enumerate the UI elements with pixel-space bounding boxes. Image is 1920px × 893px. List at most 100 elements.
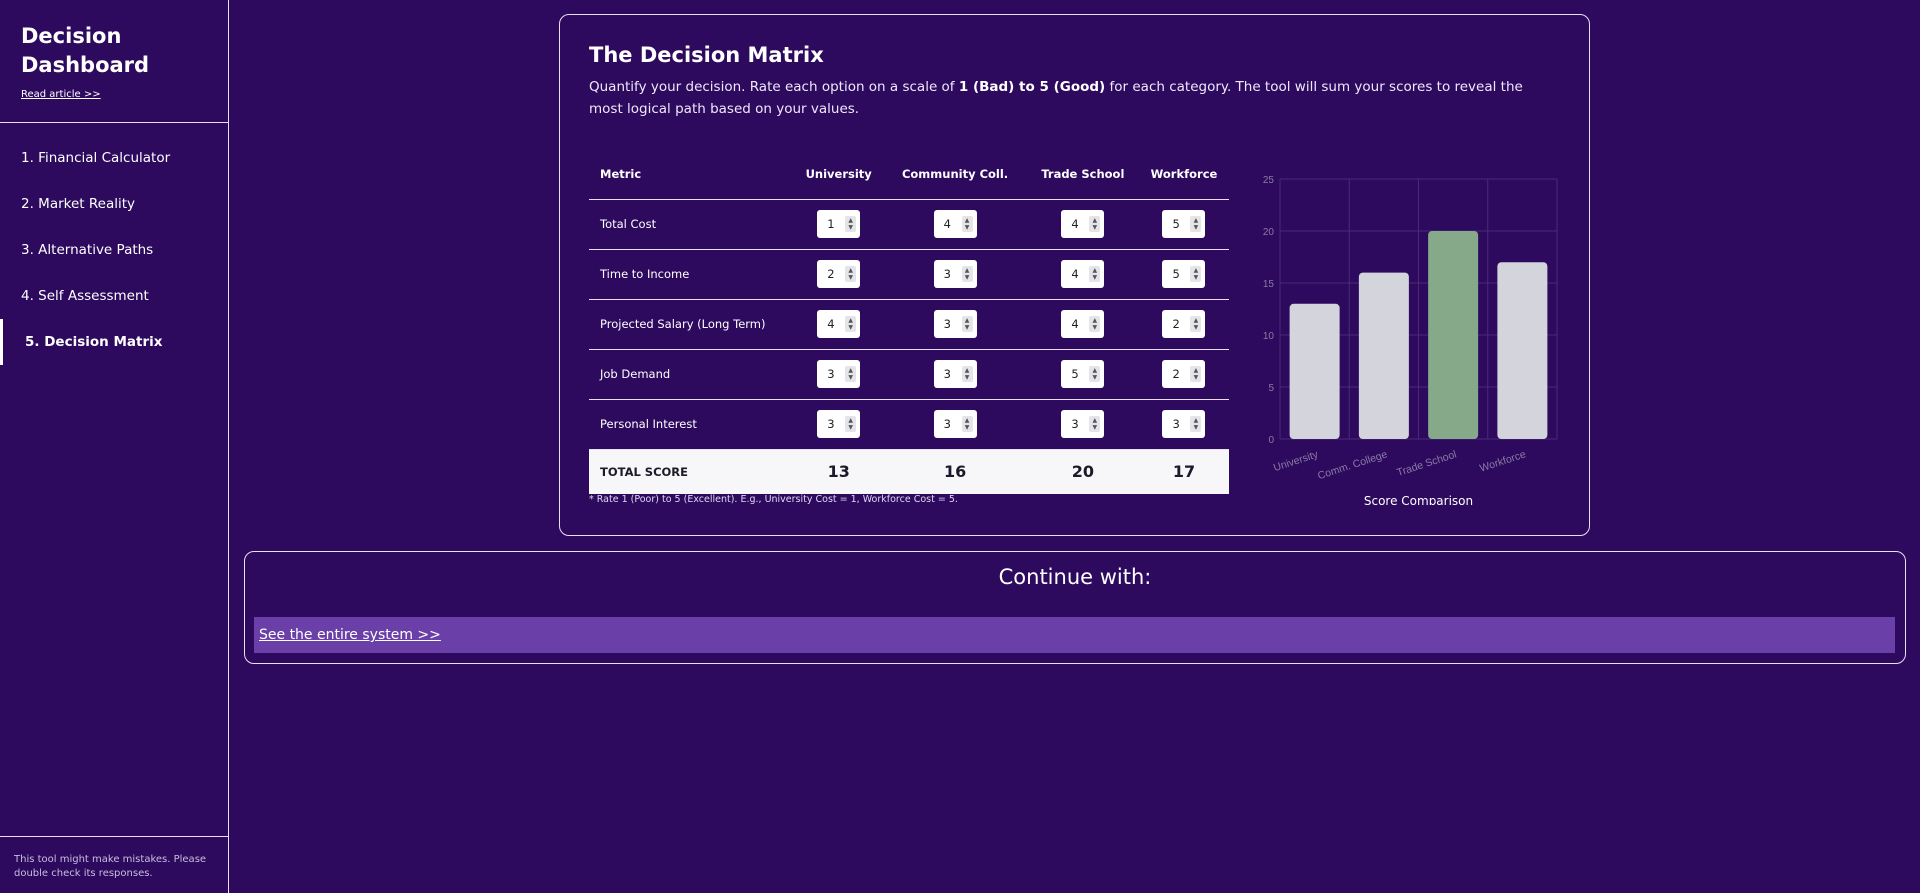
score-input-university[interactable]: 2 ▲ ▼ bbox=[817, 260, 861, 288]
page-title: The Decision Matrix bbox=[589, 43, 824, 67]
stepper-icon[interactable]: ▲ ▼ bbox=[845, 266, 857, 282]
chevron-down-icon[interactable]: ▼ bbox=[848, 424, 853, 431]
y-tick-label: 20 bbox=[1263, 227, 1275, 238]
sidebar-item-market-reality[interactable]: 2. Market Reality bbox=[0, 181, 228, 227]
chevron-down-icon[interactable]: ▼ bbox=[965, 374, 970, 381]
sidebar-item-decision-matrix[interactable]: 5. Decision Matrix bbox=[0, 319, 228, 365]
stepper-icon[interactable]: ▲ ▼ bbox=[1190, 216, 1202, 232]
chevron-up-icon[interactable]: ▲ bbox=[965, 217, 970, 224]
chevron-up-icon[interactable]: ▲ bbox=[848, 267, 853, 274]
score-input-trade-school[interactable]: 4 ▲ ▼ bbox=[1061, 310, 1105, 338]
chevron-up-icon[interactable]: ▲ bbox=[965, 267, 970, 274]
chevron-down-icon[interactable]: ▼ bbox=[1194, 224, 1199, 231]
see-entire-system-link[interactable]: See the entire system >> bbox=[259, 627, 441, 643]
score-input-trade-school[interactable]: 4 ▲ ▼ bbox=[1061, 210, 1105, 238]
sidebar-item-self-assessment[interactable]: 4. Self Assessment bbox=[0, 273, 228, 319]
stepper-icon[interactable]: ▲ ▼ bbox=[1190, 366, 1202, 382]
score-input-workforce[interactable]: 2 ▲ ▼ bbox=[1162, 310, 1206, 338]
stepper-icon[interactable]: ▲ ▼ bbox=[961, 416, 973, 432]
chevron-up-icon[interactable]: ▲ bbox=[848, 417, 853, 424]
stepper-icon[interactable]: ▲ ▼ bbox=[961, 266, 973, 282]
chevron-down-icon[interactable]: ▼ bbox=[1194, 274, 1199, 281]
stepper-icon[interactable]: ▲ ▼ bbox=[845, 416, 857, 432]
chevron-up-icon[interactable]: ▲ bbox=[1093, 217, 1098, 224]
chevron-down-icon[interactable]: ▼ bbox=[1194, 324, 1199, 331]
score-input-trade-school[interactable]: 3 ▲ ▼ bbox=[1061, 410, 1105, 438]
chevron-down-icon[interactable]: ▼ bbox=[965, 224, 970, 231]
chevron-up-icon[interactable]: ▲ bbox=[1194, 217, 1199, 224]
y-tick-label: 5 bbox=[1268, 383, 1274, 394]
score-value: 3 bbox=[943, 317, 951, 331]
chevron-down-icon[interactable]: ▼ bbox=[848, 274, 853, 281]
chevron-down-icon[interactable]: ▼ bbox=[848, 224, 853, 231]
chevron-down-icon[interactable]: ▼ bbox=[1093, 224, 1098, 231]
chevron-up-icon[interactable]: ▲ bbox=[1194, 317, 1199, 324]
score-input-community-college[interactable]: 3 ▲ ▼ bbox=[933, 410, 977, 438]
chevron-down-icon[interactable]: ▼ bbox=[1194, 424, 1199, 431]
stepper-icon[interactable]: ▲ ▼ bbox=[1089, 316, 1101, 332]
chevron-up-icon[interactable]: ▲ bbox=[848, 367, 853, 374]
stepper-icon[interactable]: ▲ ▼ bbox=[1089, 266, 1101, 282]
chevron-up-icon[interactable]: ▲ bbox=[1194, 367, 1199, 374]
chevron-down-icon[interactable]: ▼ bbox=[1093, 324, 1098, 331]
score-input-community-college[interactable]: 3 ▲ ▼ bbox=[933, 260, 977, 288]
score-input-community-college[interactable]: 4 ▲ ▼ bbox=[933, 210, 977, 238]
score-cell: 5 ▲ ▼ bbox=[1026, 349, 1139, 400]
chevron-down-icon[interactable]: ▼ bbox=[1093, 424, 1098, 431]
chevron-up-icon[interactable]: ▲ bbox=[965, 317, 970, 324]
stepper-icon[interactable]: ▲ ▼ bbox=[961, 316, 973, 332]
score-input-trade-school[interactable]: 4 ▲ ▼ bbox=[1061, 260, 1105, 288]
stepper-icon[interactable]: ▲ ▼ bbox=[1190, 316, 1202, 332]
chevron-up-icon[interactable]: ▲ bbox=[965, 367, 970, 374]
stepper-icon[interactable]: ▲ ▼ bbox=[1089, 416, 1101, 432]
y-tick-label: 25 bbox=[1263, 175, 1275, 186]
score-input-workforce[interactable]: 5 ▲ ▼ bbox=[1162, 210, 1206, 238]
chevron-down-icon[interactable]: ▼ bbox=[965, 424, 970, 431]
stepper-icon[interactable]: ▲ ▼ bbox=[961, 216, 973, 232]
score-cell: 3 ▲ ▼ bbox=[1138, 399, 1229, 450]
chevron-up-icon[interactable]: ▲ bbox=[848, 317, 853, 324]
score-input-trade-school[interactable]: 5 ▲ ▼ bbox=[1061, 360, 1105, 388]
score-value: 1 bbox=[827, 217, 835, 231]
stepper-icon[interactable]: ▲ ▼ bbox=[1190, 266, 1202, 282]
score-input-university[interactable]: 3 ▲ ▼ bbox=[817, 410, 861, 438]
chevron-down-icon[interactable]: ▼ bbox=[1093, 374, 1098, 381]
score-cell: 3 ▲ ▼ bbox=[1026, 399, 1139, 450]
stepper-icon[interactable]: ▲ ▼ bbox=[1089, 366, 1101, 382]
chevron-up-icon[interactable]: ▲ bbox=[1093, 367, 1098, 374]
score-cell: 3 ▲ ▼ bbox=[883, 399, 1027, 450]
chevron-up-icon[interactable]: ▲ bbox=[848, 217, 853, 224]
stepper-icon[interactable]: ▲ ▼ bbox=[845, 216, 857, 232]
score-input-workforce[interactable]: 5 ▲ ▼ bbox=[1162, 260, 1206, 288]
chevron-down-icon[interactable]: ▼ bbox=[965, 324, 970, 331]
chevron-up-icon[interactable]: ▲ bbox=[1194, 267, 1199, 274]
chevron-down-icon[interactable]: ▼ bbox=[1194, 374, 1199, 381]
score-input-workforce[interactable]: 2 ▲ ▼ bbox=[1162, 360, 1206, 388]
see-entire-system-button[interactable]: See the entire system >> bbox=[254, 617, 1895, 653]
score-input-community-college[interactable]: 3 ▲ ▼ bbox=[933, 310, 977, 338]
stepper-icon[interactable]: ▲ ▼ bbox=[845, 316, 857, 332]
score-input-university[interactable]: 4 ▲ ▼ bbox=[817, 310, 861, 338]
stepper-icon[interactable]: ▲ ▼ bbox=[1089, 216, 1101, 232]
chevron-down-icon[interactable]: ▼ bbox=[848, 324, 853, 331]
score-input-workforce[interactable]: 3 ▲ ▼ bbox=[1162, 410, 1206, 438]
chevron-up-icon[interactable]: ▲ bbox=[1093, 417, 1098, 424]
chevron-down-icon[interactable]: ▼ bbox=[1093, 274, 1098, 281]
score-input-university[interactable]: 3 ▲ ▼ bbox=[817, 360, 861, 388]
sidebar-item-alternative-paths[interactable]: 3. Alternative Paths bbox=[0, 227, 228, 273]
chevron-up-icon[interactable]: ▲ bbox=[965, 417, 970, 424]
read-article-link[interactable]: Read article >> bbox=[21, 89, 101, 100]
score-input-community-college[interactable]: 3 ▲ ▼ bbox=[933, 360, 977, 388]
stepper-icon[interactable]: ▲ ▼ bbox=[1190, 416, 1202, 432]
chevron-up-icon[interactable]: ▲ bbox=[1194, 417, 1199, 424]
chevron-up-icon[interactable]: ▲ bbox=[1093, 267, 1098, 274]
total-score-label: TOTAL SCORE bbox=[589, 449, 794, 494]
description-scale: 1 (Bad) to 5 (Good) bbox=[958, 79, 1106, 95]
stepper-icon[interactable]: ▲ ▼ bbox=[961, 366, 973, 382]
sidebar-item-financial-calculator[interactable]: 1. Financial Calculator bbox=[0, 135, 228, 181]
chevron-down-icon[interactable]: ▼ bbox=[848, 374, 853, 381]
score-input-university[interactable]: 1 ▲ ▼ bbox=[817, 210, 861, 238]
chevron-up-icon[interactable]: ▲ bbox=[1093, 317, 1098, 324]
chevron-down-icon[interactable]: ▼ bbox=[965, 274, 970, 281]
stepper-icon[interactable]: ▲ ▼ bbox=[845, 366, 857, 382]
